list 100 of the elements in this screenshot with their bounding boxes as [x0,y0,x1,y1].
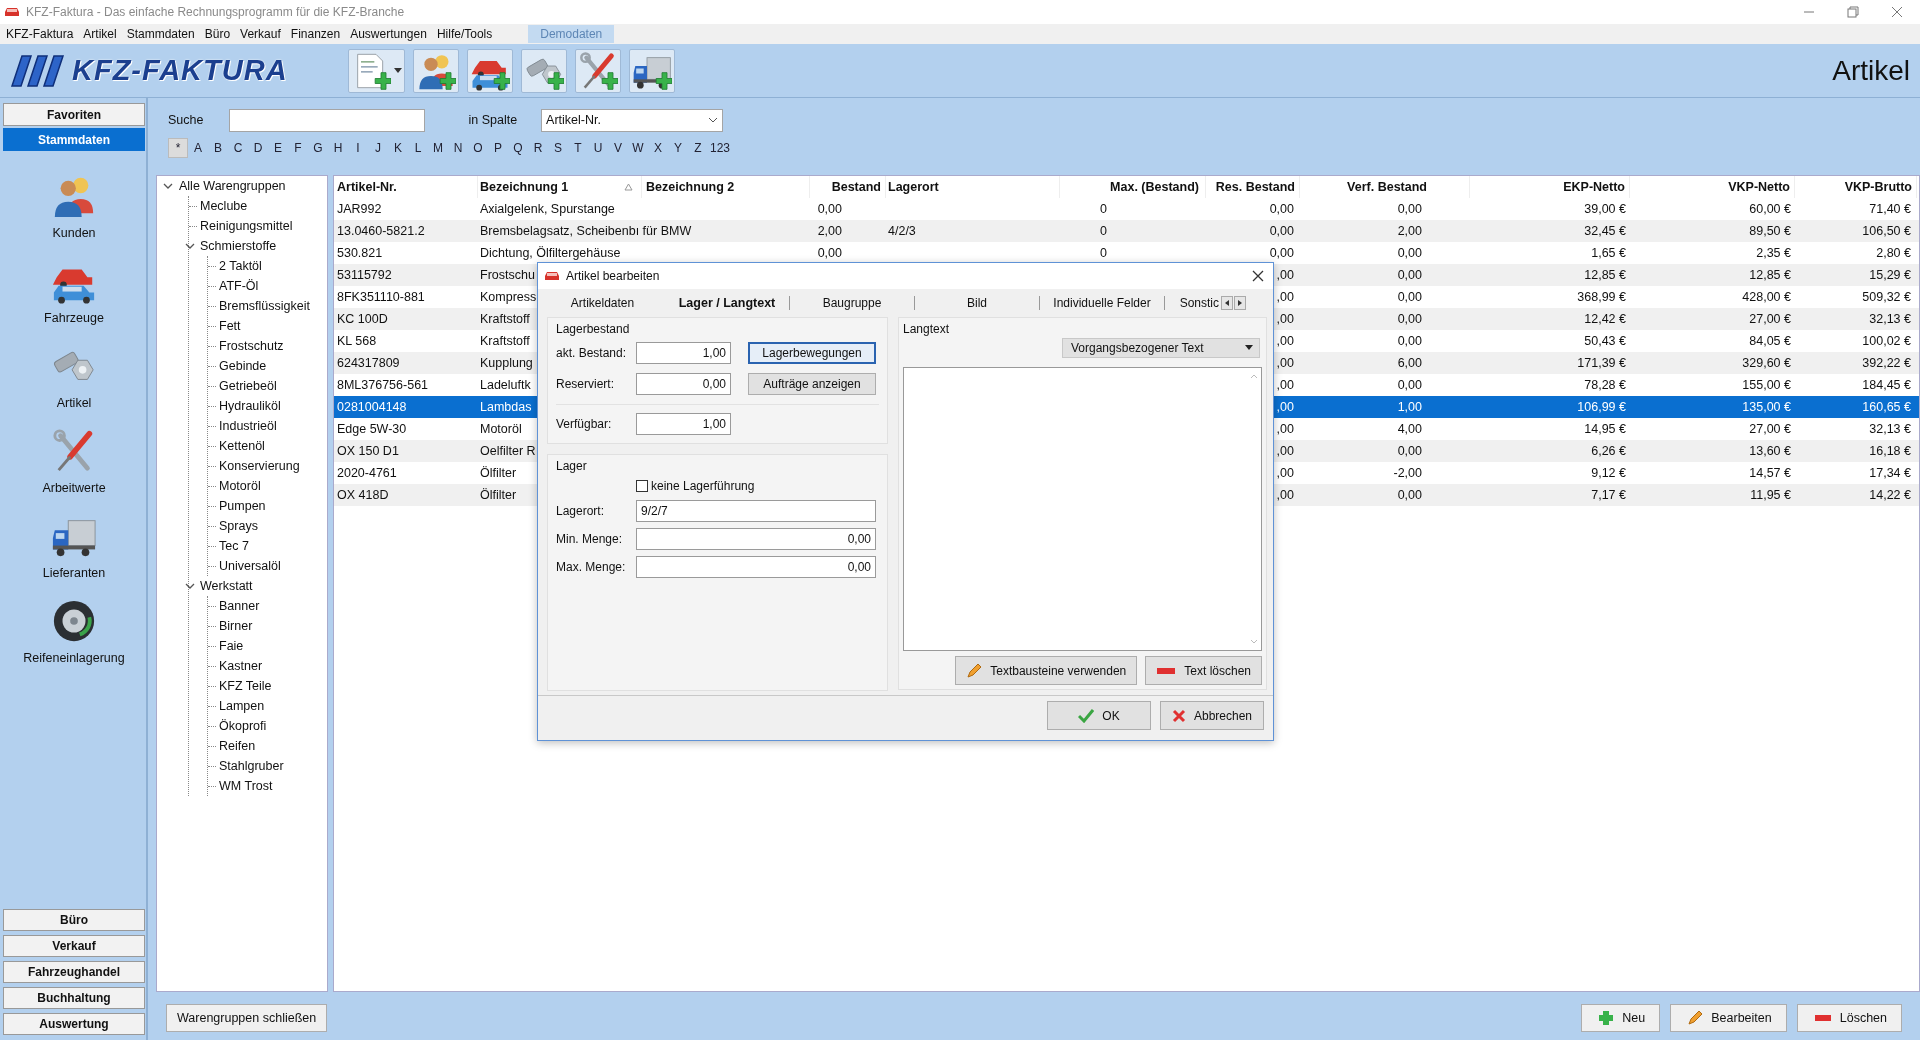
table-cell: 0,00 [1397,378,1422,392]
table-cell: 9,12 € [1591,466,1626,480]
table-cell: 13,60 € [1749,444,1791,458]
table-cell: 4/2/3 [888,224,916,238]
table-cell: 0,00 [1397,290,1422,304]
table-cell: Oelfilter R [480,444,536,458]
field-label: Min. Menge: [556,532,624,546]
table-cell: OX 418D [337,488,389,502]
table-cell: 1,00 [1397,400,1422,414]
table-cell: 0,00 [1397,202,1422,216]
table-cell: 155,00 € [1742,378,1791,392]
table-cell: ,00 [1276,268,1294,282]
field-label: Reserviert: [556,377,615,391]
table-cell: 0 [1100,202,1107,216]
table-cell: 15,29 € [1869,268,1911,282]
table-cell: OX 150 D1 [337,444,399,458]
table-cell: 184,45 € [1862,378,1911,392]
table-cell: -2,00 [1393,466,1422,480]
table-cell: 0,00 [1269,202,1294,216]
table-cell: 1,65 € [1591,246,1626,260]
table-cell: 0,00 [817,246,842,260]
table-cell: 0,00 [1269,246,1294,260]
table-cell: 14,22 € [1869,488,1911,502]
table-cell: Dichtung, Ölfiltergehäuse [480,246,621,260]
table-cell: ,00 [1276,356,1294,370]
table-cell: 60,00 € [1749,202,1791,216]
table-cell: 12,42 € [1584,312,1626,326]
group-title: Lagerbestand [556,322,631,336]
checkbox-label: keine Lagerführung [651,479,755,493]
table-cell: Bremsbelagsatz, Scheibenbı für BMW [480,224,692,238]
field-label: Verfügbar: [556,417,613,431]
table-cell: 392,22 € [1862,356,1911,370]
table-cell: 135,00 € [1742,400,1791,414]
table-cell: 6,00 [1397,356,1422,370]
table-cell: 0 [1100,246,1107,260]
table-cell: 84,05 € [1749,334,1791,348]
window-title: KFZ-Faktura - Das einfache Rechnungsprogramm für die KFZ-Branche [26,5,406,19]
table-cell: 11,95 € [1750,488,1791,502]
table-cell: ,00 [1276,290,1294,304]
table-cell: Ölfilter [480,466,517,480]
table-cell: 27,00 € [1749,422,1791,436]
table-cell: 2020-4761 [337,466,397,480]
table-cell: 509,32 € [1862,290,1911,304]
demo-badge: Demodaten [528,25,615,43]
table-cell: Kraftstoff [480,312,530,326]
table-cell: Motoröl [480,422,522,436]
table-cell: 0281004148 [337,400,407,414]
table-cell: 89,50 € [1749,224,1791,238]
table-cell: 4,00 [1397,422,1422,436]
table-cell: 428,00 € [1742,290,1791,304]
page-title: Artikel [1832,54,1910,87]
table-cell: 16,18 € [1869,444,1911,458]
table-cell: 6,26 € [1591,444,1626,458]
table-cell: Kraftstoff [480,334,530,348]
table-cell: 32,13 € [1869,312,1911,326]
table-cell: Ölfilter [480,488,517,502]
table-cell: 13.0460-5821.2 [337,224,425,238]
table-cell: 0,00 [1397,488,1422,502]
table-cell: 8ML376756-561 [337,378,429,392]
table-cell: 100,02 € [1862,334,1911,348]
table-cell: Lambdas [480,400,532,414]
column-label: in Spalte [468,113,518,127]
table-cell: 160,65 € [1862,400,1911,414]
table-cell: 0,00 [1397,246,1422,260]
table-cell: Axialgelenk, Spurstange [480,202,615,216]
table-cell: KL 568 [337,334,377,348]
table-cell: Edge 5W-30 [337,422,407,436]
table-cell: 624317809 [337,356,400,370]
table-cell: 78,28 € [1584,378,1626,392]
table-cell: 329,60 € [1742,356,1791,370]
table-cell: ,00 [1276,466,1294,480]
table-cell: 71,40 € [1869,202,1911,216]
table-cell: 0 [1100,224,1107,238]
table-cell: 2,35 € [1756,246,1791,260]
table-cell: KC 100D [337,312,388,326]
table-cell: 14,57 € [1749,466,1791,480]
table-cell: 0,00 [817,202,842,216]
table-cell: ,00 [1276,400,1294,414]
search-label: Suche [168,113,204,127]
table-cell: JAR992 [337,202,382,216]
field-label: akt. Bestand: [556,346,628,360]
table-cell: ,00 [1276,312,1294,326]
table-cell: 7,17 € [1591,488,1626,502]
table-cell: 8FK351110-881 [337,290,425,304]
logo-text: KFZ-FAKTURA [72,54,288,87]
table-cell: ,00 [1276,444,1294,458]
field-label: Lagerort: [556,504,606,518]
table-cell: 368,99 € [1577,290,1626,304]
table-cell: 39,00 € [1584,202,1626,216]
table-cell: ,00 [1276,488,1294,502]
table-cell: 32,13 € [1869,422,1911,436]
dialog-title: Artikel bearbeiten [566,269,660,283]
table-cell: 2,80 € [1876,246,1911,260]
table-cell: Kompress [480,290,537,304]
table-cell: 0,00 [1269,224,1294,238]
table-cell: 50,43 € [1584,334,1626,348]
table-cell: ,00 [1276,378,1294,392]
table-cell: 171,39 € [1577,356,1626,370]
table-cell: 0,00 [1397,312,1422,326]
table-cell: 14,95 € [1584,422,1626,436]
